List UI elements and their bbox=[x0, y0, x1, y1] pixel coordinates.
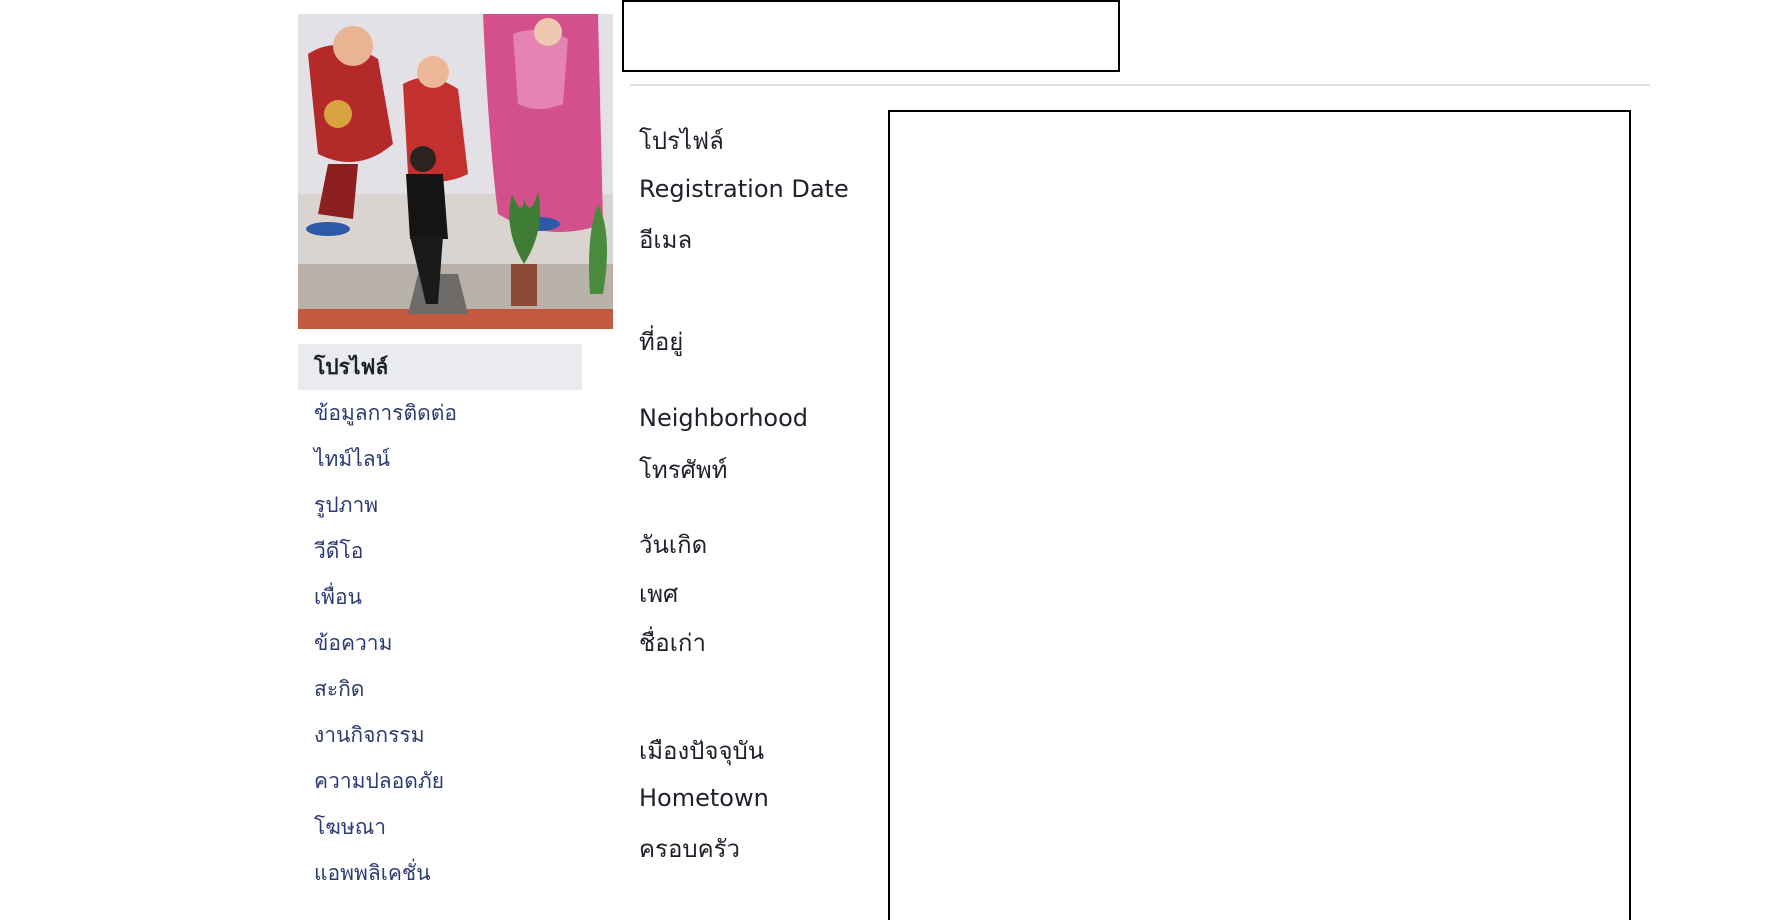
profile-page: โปรไฟล์ ข้อมูลการติดต่อ ไทม์ไลน์ รูปภาพ … bbox=[0, 0, 1768, 920]
field-label-hometown: Hometown bbox=[639, 784, 769, 812]
nav-item-ads[interactable]: โฆษณา bbox=[298, 804, 582, 850]
nav-item-profile[interactable]: โปรไฟล์ bbox=[298, 344, 582, 390]
profile-photo[interactable] bbox=[298, 14, 613, 329]
field-label-family: ครอบครัว bbox=[639, 835, 741, 863]
nav-item-security[interactable]: ความปลอดภัย bbox=[298, 758, 582, 804]
field-label-email: อีเมล bbox=[639, 226, 693, 254]
nav-item-messages[interactable]: ข้อความ bbox=[298, 620, 582, 666]
nav-item-timeline[interactable]: ไทม์ไลน์ bbox=[298, 436, 582, 482]
profile-photo-image bbox=[298, 14, 613, 329]
field-label-gender: เพศ bbox=[639, 580, 679, 608]
nav-item-videos[interactable]: วีดีโอ bbox=[298, 528, 582, 574]
field-label-neighborhood: Neighborhood bbox=[639, 404, 809, 432]
field-label-phone: โทรศัพท์ bbox=[639, 456, 728, 484]
nav-item-contact-info[interactable]: ข้อมูลการติดต่อ bbox=[298, 390, 582, 436]
field-label-address: ที่อยู่ bbox=[639, 328, 684, 356]
redacted-name-box bbox=[622, 0, 1120, 72]
nav-item-friends[interactable]: เพื่อน bbox=[298, 574, 582, 620]
field-label-registration-date: Registration Date bbox=[639, 175, 849, 203]
nav-item-pokes[interactable]: สะกิด bbox=[298, 666, 582, 712]
nav-item-photos[interactable]: รูปภาพ bbox=[298, 482, 582, 528]
nav-item-events[interactable]: งานกิจกรรม bbox=[298, 712, 582, 758]
field-label-birthday: วันเกิด bbox=[639, 531, 708, 559]
redacted-info-box bbox=[888, 110, 1631, 920]
field-label-profile: โปรไฟล์ bbox=[639, 127, 724, 155]
field-label-former-name: ชื่อเก่า bbox=[639, 629, 706, 657]
field-label-current-city: เมืองปัจจุบัน bbox=[639, 737, 765, 765]
sidebar-nav: โปรไฟล์ ข้อมูลการติดต่อ ไทม์ไลน์ รูปภาพ … bbox=[298, 344, 582, 896]
header-divider bbox=[630, 84, 1650, 86]
nav-item-apps[interactable]: แอพพลิเคชั่น bbox=[298, 850, 582, 896]
